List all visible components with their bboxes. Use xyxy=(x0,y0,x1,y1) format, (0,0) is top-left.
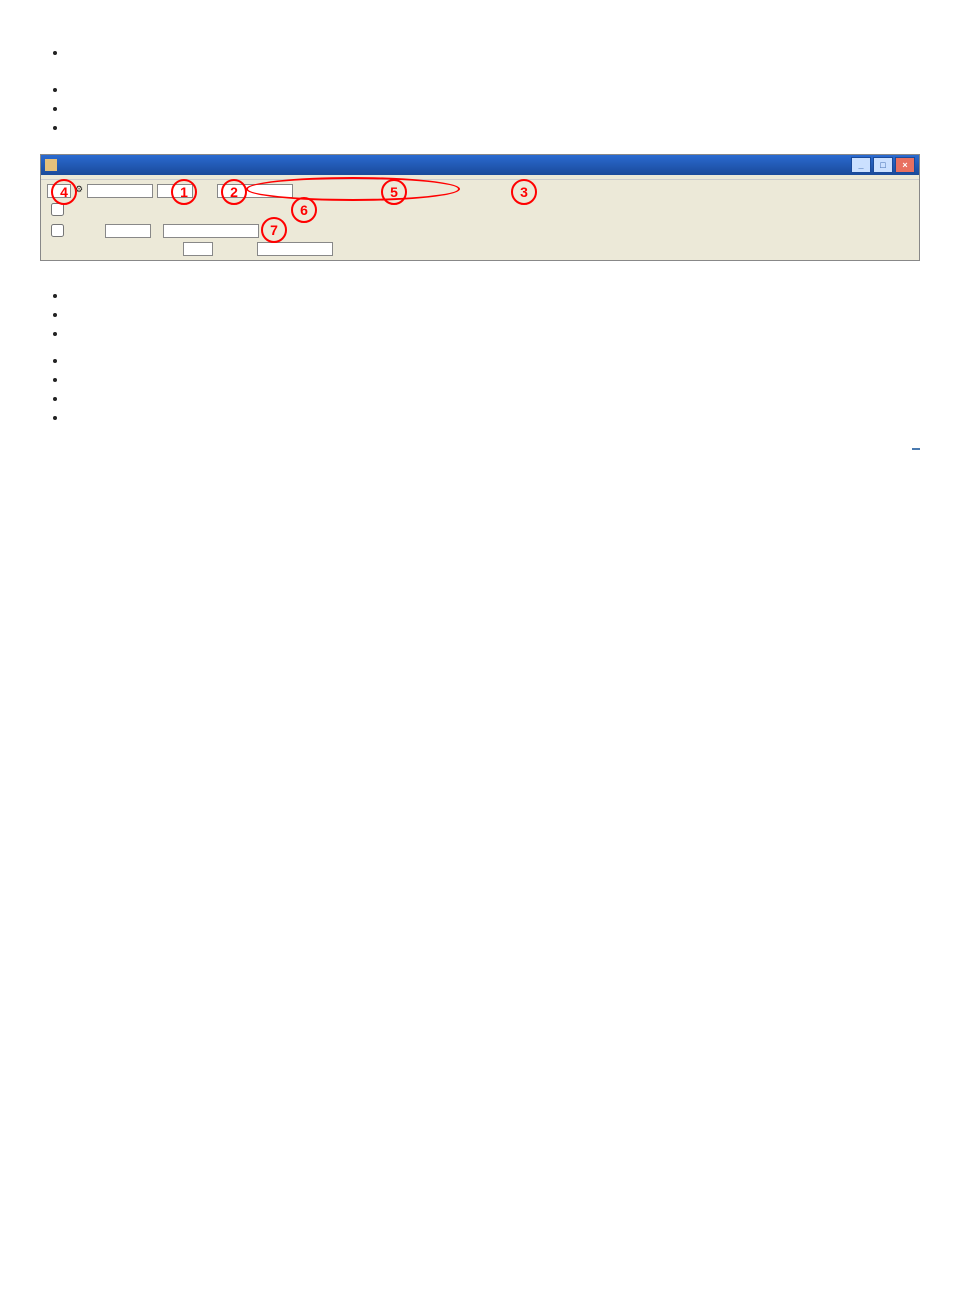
page-footer xyxy=(40,446,920,450)
list-item xyxy=(68,390,920,407)
maximize-button[interactable]: □ xyxy=(873,157,893,173)
highlight-input[interactable] xyxy=(183,242,213,256)
list-item xyxy=(68,371,920,388)
app-icon xyxy=(45,159,57,171)
radio-input[interactable] xyxy=(47,184,71,198)
toolbar: ⚙ xyxy=(41,179,919,260)
checkbox[interactable] xyxy=(51,224,64,237)
team-input[interactable] xyxy=(105,224,151,238)
intro-bullet xyxy=(68,44,920,61)
intro-list xyxy=(40,44,920,61)
timeformat-select[interactable] xyxy=(257,242,333,256)
checkbox-massstart-last[interactable] xyxy=(47,221,69,240)
gear-icon[interactable]: ⚙ xyxy=(75,184,83,198)
name-format-select[interactable] xyxy=(163,224,259,238)
toolbar-wrap: ⚙ xyxy=(41,179,919,260)
checkbox-selected-only[interactable] xyxy=(47,200,333,219)
list-item xyxy=(68,119,920,136)
minimize-button[interactable]: _ xyxy=(851,157,871,173)
list-item xyxy=(68,81,920,98)
list-item xyxy=(68,325,920,342)
checkbox[interactable] xyxy=(51,203,64,216)
times-list xyxy=(40,352,920,426)
list-item xyxy=(68,409,920,426)
series-select[interactable] xyxy=(87,184,153,198)
list-item xyxy=(68,287,920,304)
page-number xyxy=(912,446,920,450)
usage-list xyxy=(40,81,920,136)
leg-select[interactable] xyxy=(157,184,193,198)
window-titlebar: _ □ × xyxy=(41,155,919,175)
list-item xyxy=(68,100,920,117)
sort-list xyxy=(40,287,920,342)
list-item xyxy=(68,352,920,369)
app-screenshot: _ □ × ⚙ xyxy=(40,154,920,261)
sort-select[interactable] xyxy=(217,184,293,198)
close-button[interactable]: × xyxy=(895,157,915,173)
toolbar-left: ⚙ xyxy=(47,184,333,256)
list-item xyxy=(68,306,920,323)
